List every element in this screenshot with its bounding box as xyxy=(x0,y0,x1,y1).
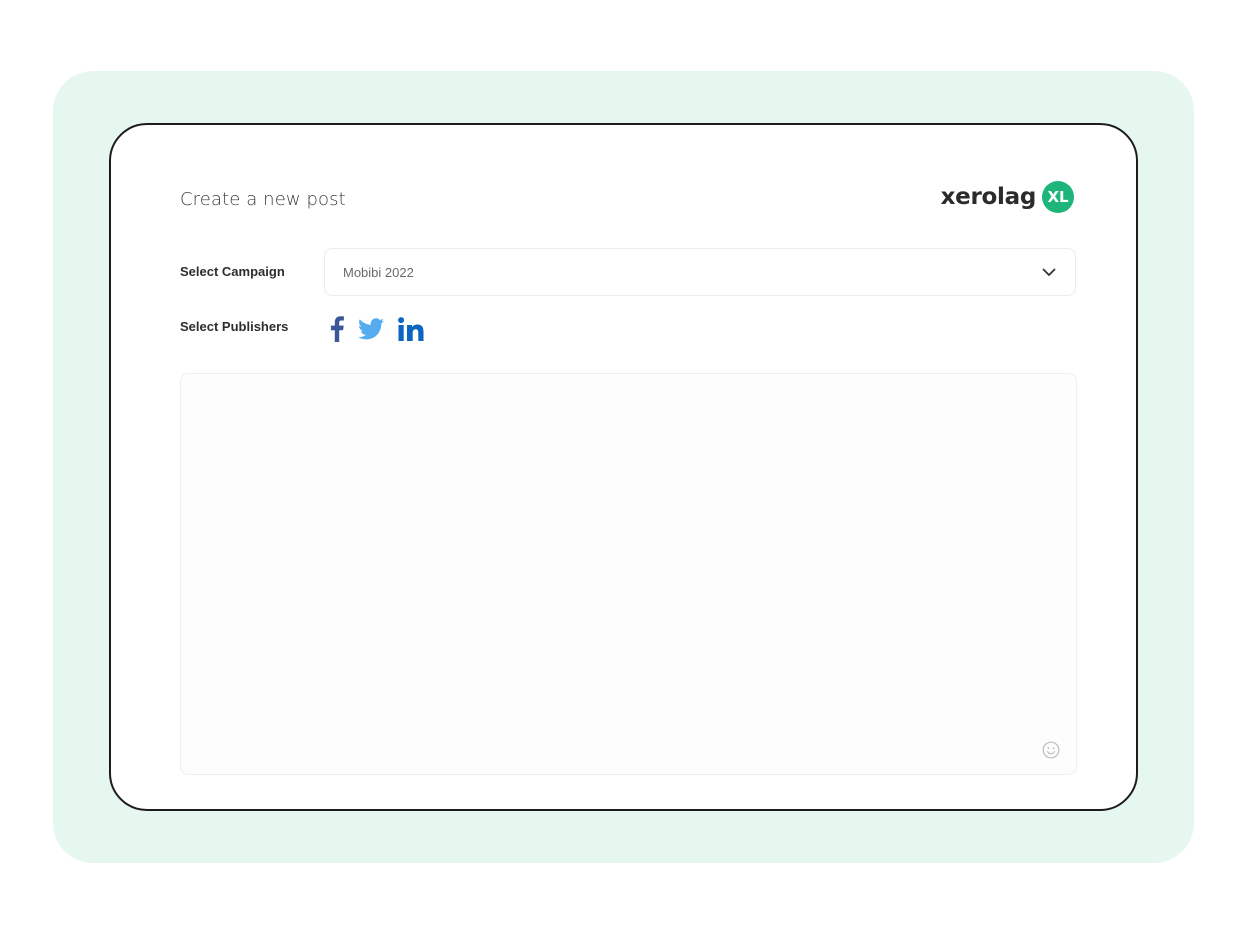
chevron-down-icon xyxy=(1041,264,1057,280)
smiley-icon[interactable] xyxy=(1042,741,1060,759)
campaign-label: Select Campaign xyxy=(180,264,285,279)
brand-logo: xerolag XL xyxy=(941,181,1074,213)
campaign-select-value: Mobibi 2022 xyxy=(343,264,414,280)
post-textarea[interactable] xyxy=(180,373,1077,775)
twitter-icon[interactable] xyxy=(358,315,384,343)
facebook-icon[interactable] xyxy=(330,315,344,343)
publishers-list xyxy=(330,315,424,343)
linkedin-icon[interactable] xyxy=(398,315,424,343)
publishers-label: Select Publishers xyxy=(180,319,289,334)
logo-badge: XL xyxy=(1042,181,1074,213)
campaign-select[interactable]: Mobibi 2022 xyxy=(324,248,1076,296)
page-title: Create a new post xyxy=(180,189,346,210)
device-frame: Create a new post xerolag XL Select Camp… xyxy=(109,123,1138,811)
logo-text: xerolag xyxy=(940,184,1037,210)
